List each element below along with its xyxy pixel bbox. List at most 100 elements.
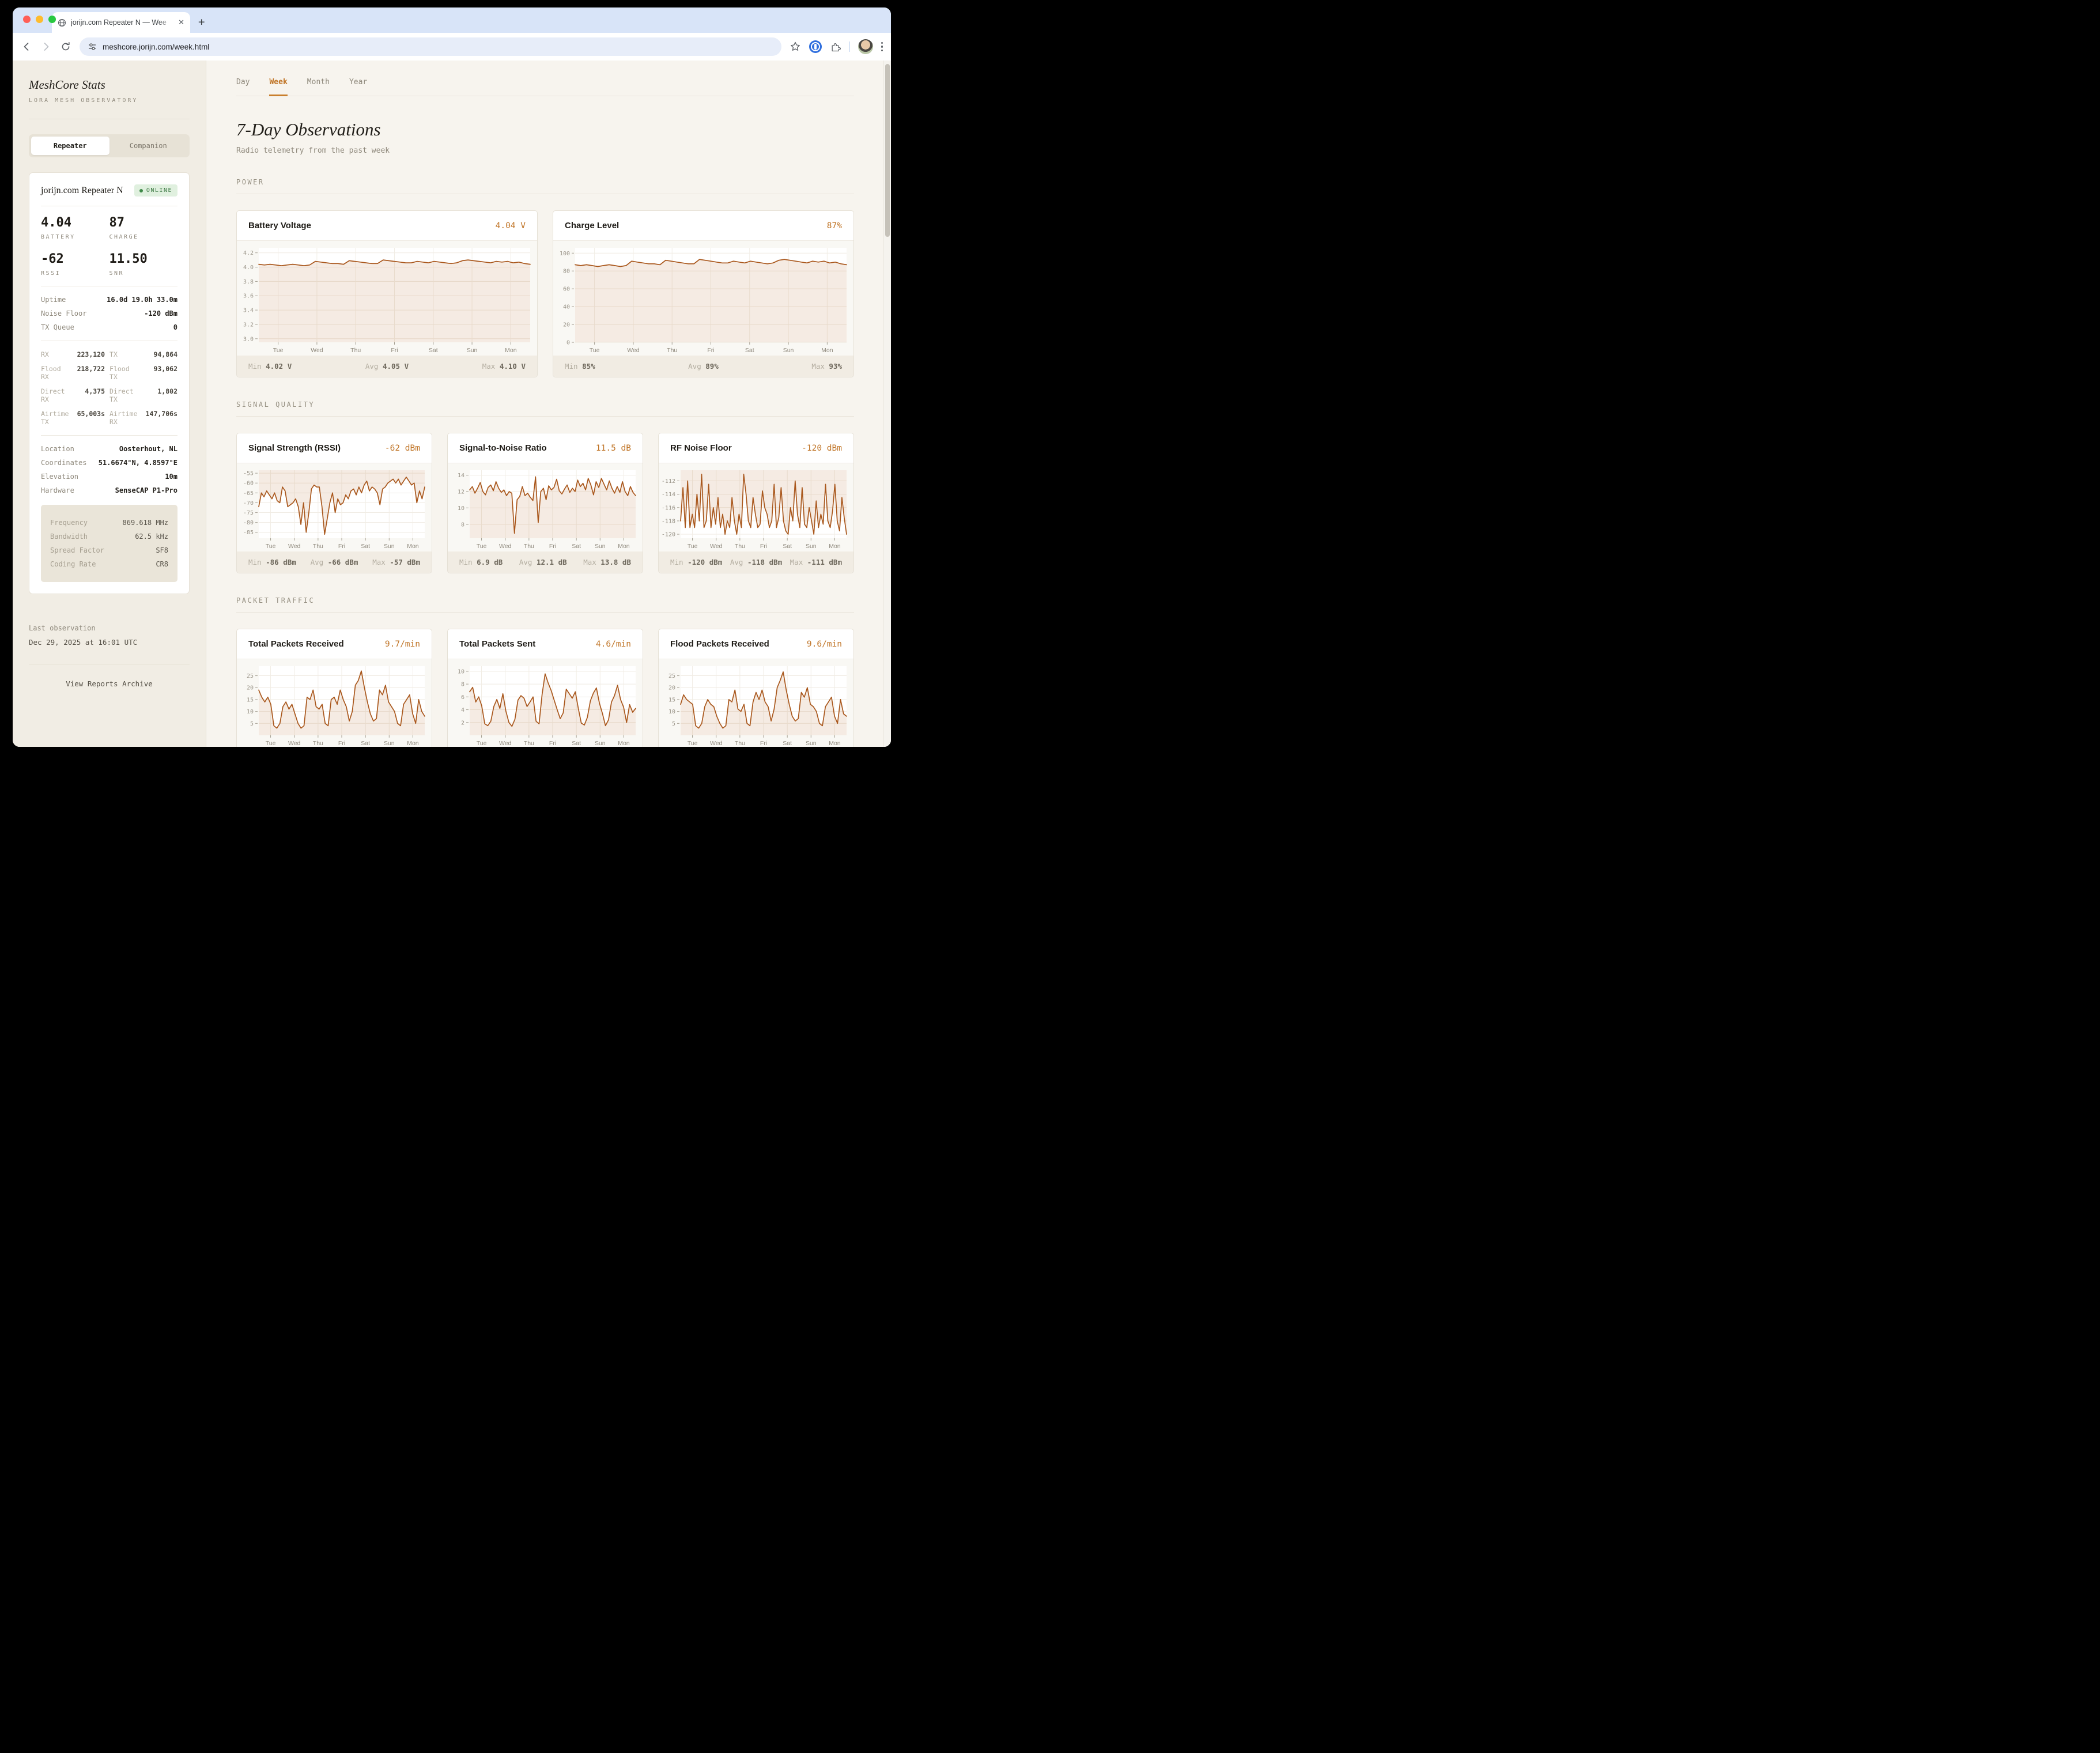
svg-text:2: 2 bbox=[461, 720, 464, 726]
scrollbar-thumb[interactable] bbox=[885, 64, 890, 237]
svg-text:Mon: Mon bbox=[407, 740, 419, 747]
svg-text:-112: -112 bbox=[662, 478, 675, 485]
close-window-button[interactable] bbox=[23, 16, 31, 23]
traffic-label: Airtime RX bbox=[109, 410, 141, 426]
chart-svg: -55-60-65-70-75-80-85TueWedThuFriSatSunM… bbox=[237, 463, 432, 552]
svg-text:Sun: Sun bbox=[806, 543, 817, 550]
minimize-window-button[interactable] bbox=[36, 16, 43, 23]
chart-area: 252015105TueWedThuFriSatSunMon bbox=[659, 659, 853, 747]
svg-text:3.4: 3.4 bbox=[243, 308, 254, 314]
svg-text:Tue: Tue bbox=[688, 740, 698, 747]
section-signal-quality: SIGNAL QUALITY Signal Strength (RSSI) -6… bbox=[236, 401, 854, 573]
app-subtitle: LORA MESH OBSERVATORY bbox=[29, 97, 190, 104]
browser-tabstrip: jorijn.com Repeater N — Wee ✕ + bbox=[13, 7, 891, 33]
chart-card: Flood Packets Received 9.6/min 252015105… bbox=[658, 629, 854, 747]
toggle-companion-button[interactable]: Companion bbox=[109, 137, 188, 155]
chart-card: Signal Strength (RSSI) -62 dBm -55-60-65… bbox=[236, 433, 432, 573]
svg-text:Thu: Thu bbox=[313, 740, 323, 747]
traffic-value: 94,864 bbox=[146, 350, 177, 358]
bookmark-star-icon[interactable] bbox=[790, 41, 801, 52]
extensions-puzzle-icon[interactable] bbox=[830, 41, 841, 52]
svg-text:-116: -116 bbox=[662, 505, 675, 511]
chart-stats-footer: Min -120 dBm Avg -118 dBm Max -111 dBm bbox=[659, 551, 853, 573]
svg-text:8: 8 bbox=[461, 682, 464, 688]
traffic-value: 65,003s bbox=[77, 410, 105, 426]
svg-text:15: 15 bbox=[668, 697, 675, 703]
chart-title: Charge Level bbox=[565, 221, 619, 231]
svg-text:Thu: Thu bbox=[524, 740, 534, 747]
chart-current-value: 11.5 dB bbox=[596, 444, 631, 453]
password-extension-icon[interactable] bbox=[809, 40, 822, 53]
svg-text:Fri: Fri bbox=[760, 543, 767, 550]
svg-text:10: 10 bbox=[458, 668, 464, 675]
url-bar[interactable]: meshcore.jorijn.com/week.html bbox=[80, 37, 781, 56]
back-icon[interactable] bbox=[21, 41, 32, 52]
site-settings-icon[interactable] bbox=[88, 42, 97, 51]
svg-text:Fri: Fri bbox=[549, 740, 556, 747]
browser-tab[interactable]: jorijn.com Repeater N — Wee ✕ bbox=[52, 12, 190, 33]
chart-svg: 252015105TueWedThuFriSatSunMon bbox=[659, 659, 853, 747]
chart-current-value: 4.04 V bbox=[496, 221, 526, 231]
svg-text:Mon: Mon bbox=[618, 543, 630, 550]
svg-text:Thu: Thu bbox=[524, 543, 534, 550]
status-badge: ONLINE bbox=[134, 184, 177, 197]
tab-day[interactable]: Day bbox=[236, 78, 250, 96]
view-reports-archive-link[interactable]: View Reports Archive bbox=[66, 679, 153, 688]
traffic-label: RX bbox=[41, 350, 73, 358]
chart-svg: 252015105TueWedThuFriSatSunMon bbox=[237, 659, 432, 747]
key-value-row: Coordinates51.6674°N, 4.8597°E bbox=[41, 459, 177, 467]
scrollbar[interactable] bbox=[883, 61, 891, 747]
tab-week[interactable]: Week bbox=[269, 78, 287, 96]
reload-icon[interactable] bbox=[60, 41, 71, 52]
svg-text:Mon: Mon bbox=[829, 543, 841, 550]
svg-text:Sun: Sun bbox=[384, 740, 395, 747]
svg-text:Wed: Wed bbox=[288, 740, 301, 747]
chart-current-value: -120 dBm bbox=[802, 444, 842, 453]
svg-text:Mon: Mon bbox=[407, 543, 419, 550]
tab-close-icon[interactable]: ✕ bbox=[178, 18, 184, 27]
chart-stats-footer: Min 85% Avg 89% Max 93% bbox=[553, 356, 853, 377]
svg-text:0: 0 bbox=[566, 340, 570, 346]
svg-text:Tue: Tue bbox=[688, 543, 698, 550]
forward-icon[interactable] bbox=[40, 41, 52, 52]
tab-year[interactable]: Year bbox=[349, 78, 367, 96]
chart-area: 1412108TueWedThuFriSatSunMon bbox=[448, 463, 643, 551]
traffic-value: 93,062 bbox=[146, 365, 177, 381]
svg-text:12: 12 bbox=[458, 489, 464, 495]
svg-text:Fri: Fri bbox=[760, 740, 767, 747]
section-label: POWER bbox=[236, 178, 854, 186]
svg-text:15: 15 bbox=[247, 697, 254, 703]
traffic-label: TX bbox=[109, 350, 141, 358]
svg-text:-60: -60 bbox=[243, 481, 254, 487]
chart-card: Charge Level 87% 100806040200TueWedThuFr… bbox=[553, 210, 854, 377]
browser-menu-icon[interactable] bbox=[881, 42, 883, 52]
tab-month[interactable]: Month bbox=[307, 78, 330, 96]
svg-text:3.0: 3.0 bbox=[243, 336, 254, 342]
svg-text:20: 20 bbox=[247, 685, 254, 692]
svg-text:Wed: Wed bbox=[311, 347, 323, 354]
chart-area: 4.24.03.83.63.43.23.0TueWedThuFriSatSunM… bbox=[237, 240, 537, 356]
toggle-repeater-button[interactable]: Repeater bbox=[31, 137, 109, 155]
traffic-value: 218,722 bbox=[77, 365, 105, 381]
section-packet-traffic: PACKET TRAFFIC Total Packets Received 9.… bbox=[236, 596, 854, 747]
svg-text:Wed: Wed bbox=[627, 347, 640, 354]
url-text: meshcore.jorijn.com/week.html bbox=[103, 43, 209, 51]
new-tab-button[interactable]: + bbox=[198, 16, 205, 28]
svg-text:Fri: Fri bbox=[338, 543, 345, 550]
svg-text:-55: -55 bbox=[243, 471, 254, 477]
svg-text:Sun: Sun bbox=[384, 543, 395, 550]
svg-text:Sat: Sat bbox=[361, 740, 370, 747]
svg-text:Wed: Wed bbox=[288, 543, 301, 550]
last-observation-label: Last observation bbox=[29, 624, 190, 632]
period-tabs: Day Week Month Year bbox=[236, 78, 854, 96]
profile-avatar[interactable] bbox=[858, 39, 873, 54]
svg-text:10: 10 bbox=[458, 505, 464, 512]
traffic-label: Airtime TX bbox=[41, 410, 73, 426]
svg-text:Thu: Thu bbox=[350, 347, 361, 354]
zoom-window-button[interactable] bbox=[48, 16, 56, 23]
svg-text:Sun: Sun bbox=[806, 740, 817, 747]
key-value-row: Spread FactorSF8 bbox=[50, 546, 168, 554]
svg-text:20: 20 bbox=[563, 322, 570, 328]
key-value-row: Frequency869.618 MHz bbox=[50, 519, 168, 527]
key-value-row: Elevation10m bbox=[41, 473, 177, 481]
